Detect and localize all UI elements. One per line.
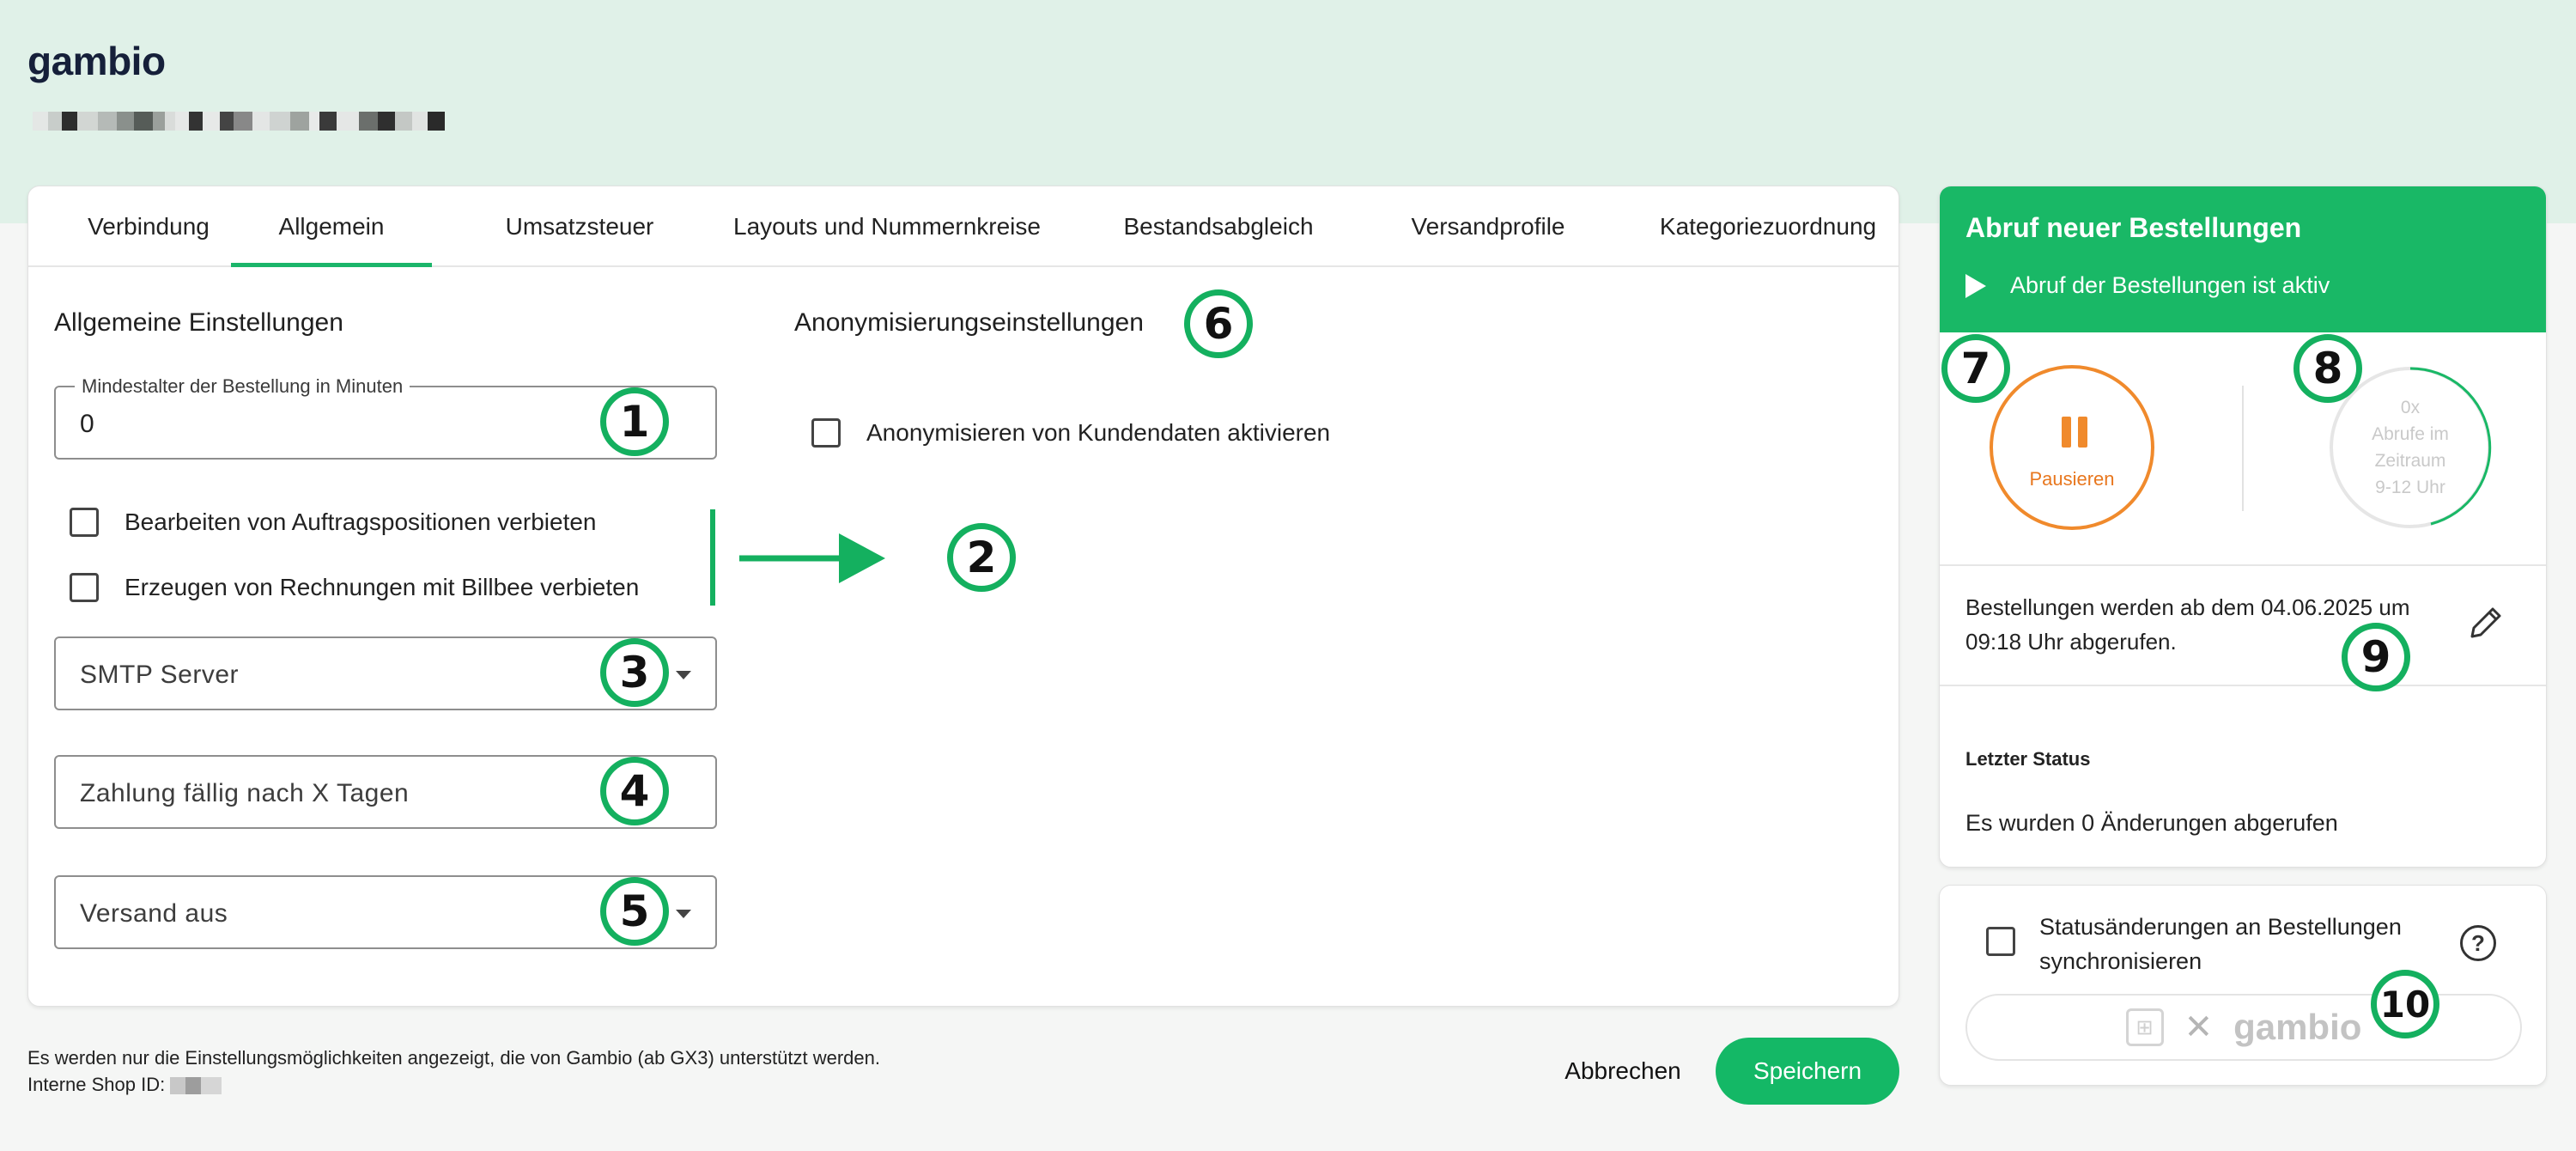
help-icon[interactable]: ? [2460, 925, 2496, 961]
tab-umsatzsteuer[interactable]: Umsatzsteuer [475, 186, 684, 267]
gauge-line-2: Zeitraum [2374, 451, 2446, 471]
status-sync-checkbox[interactable] [1986, 927, 2015, 956]
general-settings-title: Allgemeine Einstellungen [54, 308, 343, 337]
marker-6: 6 [1184, 289, 1253, 358]
tab-kategoriezuordnung[interactable]: Kategoriezuordnung [1648, 186, 1888, 267]
checkbox-row-edit-positions[interactable]: Bearbeiten von Auftragspositionen verbie… [70, 508, 597, 537]
anonymize-label: Anonymisieren von Kundendaten aktivieren [866, 419, 1331, 446]
min-age-value: 0 [80, 410, 94, 438]
order-fetch-header: Abruf neuer Bestellungen Abruf der Beste… [1940, 186, 2546, 332]
shop-id-row: Interne Shop ID: [27, 1071, 880, 1098]
blurred-shop-name [33, 91, 445, 131]
smtp-server-placeholder: SMTP Server [80, 661, 239, 689]
marker-3: 3 [600, 638, 669, 707]
footer-note-text: Es werden nur die Einstellungsmöglichkei… [27, 1047, 880, 1069]
last-status-label: Letzter Status [1965, 748, 2091, 770]
settings-card: Verbindung Allgemein Umsatzsteuer Layout… [27, 186, 1899, 1007]
annotation-arrow [739, 533, 885, 583]
pause-label: Pausieren [2029, 468, 2115, 490]
divider [1940, 564, 2546, 566]
order-fetch-status-text: Abruf der Bestellungen ist aktiv [2010, 272, 2330, 298]
gambio-logo: gambio [2233, 1007, 2362, 1047]
gauge-text: 0x Abrufe im Zeitraum 9-12 Uhr [2328, 394, 2493, 501]
tab-bestandsabgleich[interactable]: Bestandsabgleich [1107, 186, 1330, 267]
shipping-from-placeholder: Versand aus [80, 899, 228, 928]
chevron-down-icon [676, 671, 691, 679]
gambio-logo: gambio [27, 39, 166, 83]
billbee-invoices-checkbox[interactable] [70, 573, 99, 602]
gauge-line-3: 9-12 Uhr [2375, 478, 2445, 497]
shop-id-label: Interne Shop ID: [27, 1074, 166, 1095]
marker-10: 10 [2371, 970, 2439, 1038]
billbee-invoices-label: Erzeugen von Rechnungen mit Billbee verb… [125, 574, 640, 600]
checkbox-row-billbee-invoices[interactable]: Erzeugen von Rechnungen mit Billbee verb… [70, 573, 639, 602]
marker-8: 8 [2293, 334, 2362, 403]
footer-note: Es werden nur die Einstellungsmöglichkei… [27, 1044, 880, 1098]
annotation-bracket [710, 509, 715, 606]
min-age-label: Mindestalter der Bestellung in Minuten [75, 375, 410, 398]
gauge-count: 0x [2400, 398, 2421, 417]
shop-id-value-blurred [170, 1077, 222, 1095]
marker-7: 7 [1941, 334, 2010, 403]
marker-4: 4 [600, 757, 669, 825]
order-fetch-status: Abruf der Bestellungen ist aktiv [1965, 272, 2330, 299]
last-status-value: Es wurden 0 Änderungen abgerufen [1965, 810, 2338, 836]
marker-5: 5 [600, 877, 669, 946]
tab-allgemein[interactable]: Allgemein [231, 186, 432, 267]
checkbox-row-anonymize[interactable]: Anonymisieren von Kundendaten aktivieren [811, 418, 1330, 448]
order-fetch-card: Abruf neuer Bestellungen Abruf der Beste… [1939, 186, 2547, 868]
connect-separator: ✕ [2184, 1008, 2214, 1046]
pause-button[interactable]: Pausieren [1990, 365, 2154, 530]
tab-layouts-nummernkreise[interactable]: Layouts und Nummernkreise [715, 186, 1059, 267]
chevron-down-icon [676, 910, 691, 918]
gauge-line-1: Abrufe im [2372, 424, 2449, 444]
edit-positions-label: Bearbeiten von Auftragspositionen verbie… [125, 509, 597, 535]
marker-9: 9 [2342, 623, 2410, 691]
payment-due-placeholder: Zahlung fällig nach X Tagen [80, 779, 410, 807]
play-icon [1965, 273, 1986, 298]
marker-2: 2 [947, 523, 1016, 592]
tab-versandprofile[interactable]: Versandprofile [1385, 186, 1591, 267]
marker-1: 1 [600, 387, 669, 456]
edit-positions-checkbox[interactable] [70, 508, 99, 537]
pause-icon [2062, 417, 2087, 448]
save-button[interactable]: Speichern [1716, 1038, 1899, 1105]
divider [1940, 685, 2546, 686]
billbee-logo-icon: ⊞ [2125, 1008, 2164, 1046]
divider [2242, 386, 2244, 511]
status-sync-card: Statusänderungen an Bestellungen synchro… [1939, 885, 2547, 1086]
order-fetch-title: Abruf neuer Bestellungen [1965, 212, 2302, 243]
tab-bar: Verbindung Allgemein Umsatzsteuer Layout… [28, 186, 1899, 267]
anonymization-title: Anonymisierungseinstellungen [794, 308, 1144, 337]
pencil-icon[interactable] [2465, 602, 2506, 643]
tab-verbindung[interactable]: Verbindung [63, 186, 234, 267]
anonymize-checkbox[interactable] [811, 418, 841, 448]
status-sync-label: Statusänderungen an Bestellungen synchro… [2039, 914, 2402, 974]
cancel-button[interactable]: Abbrechen [1546, 1038, 1700, 1105]
